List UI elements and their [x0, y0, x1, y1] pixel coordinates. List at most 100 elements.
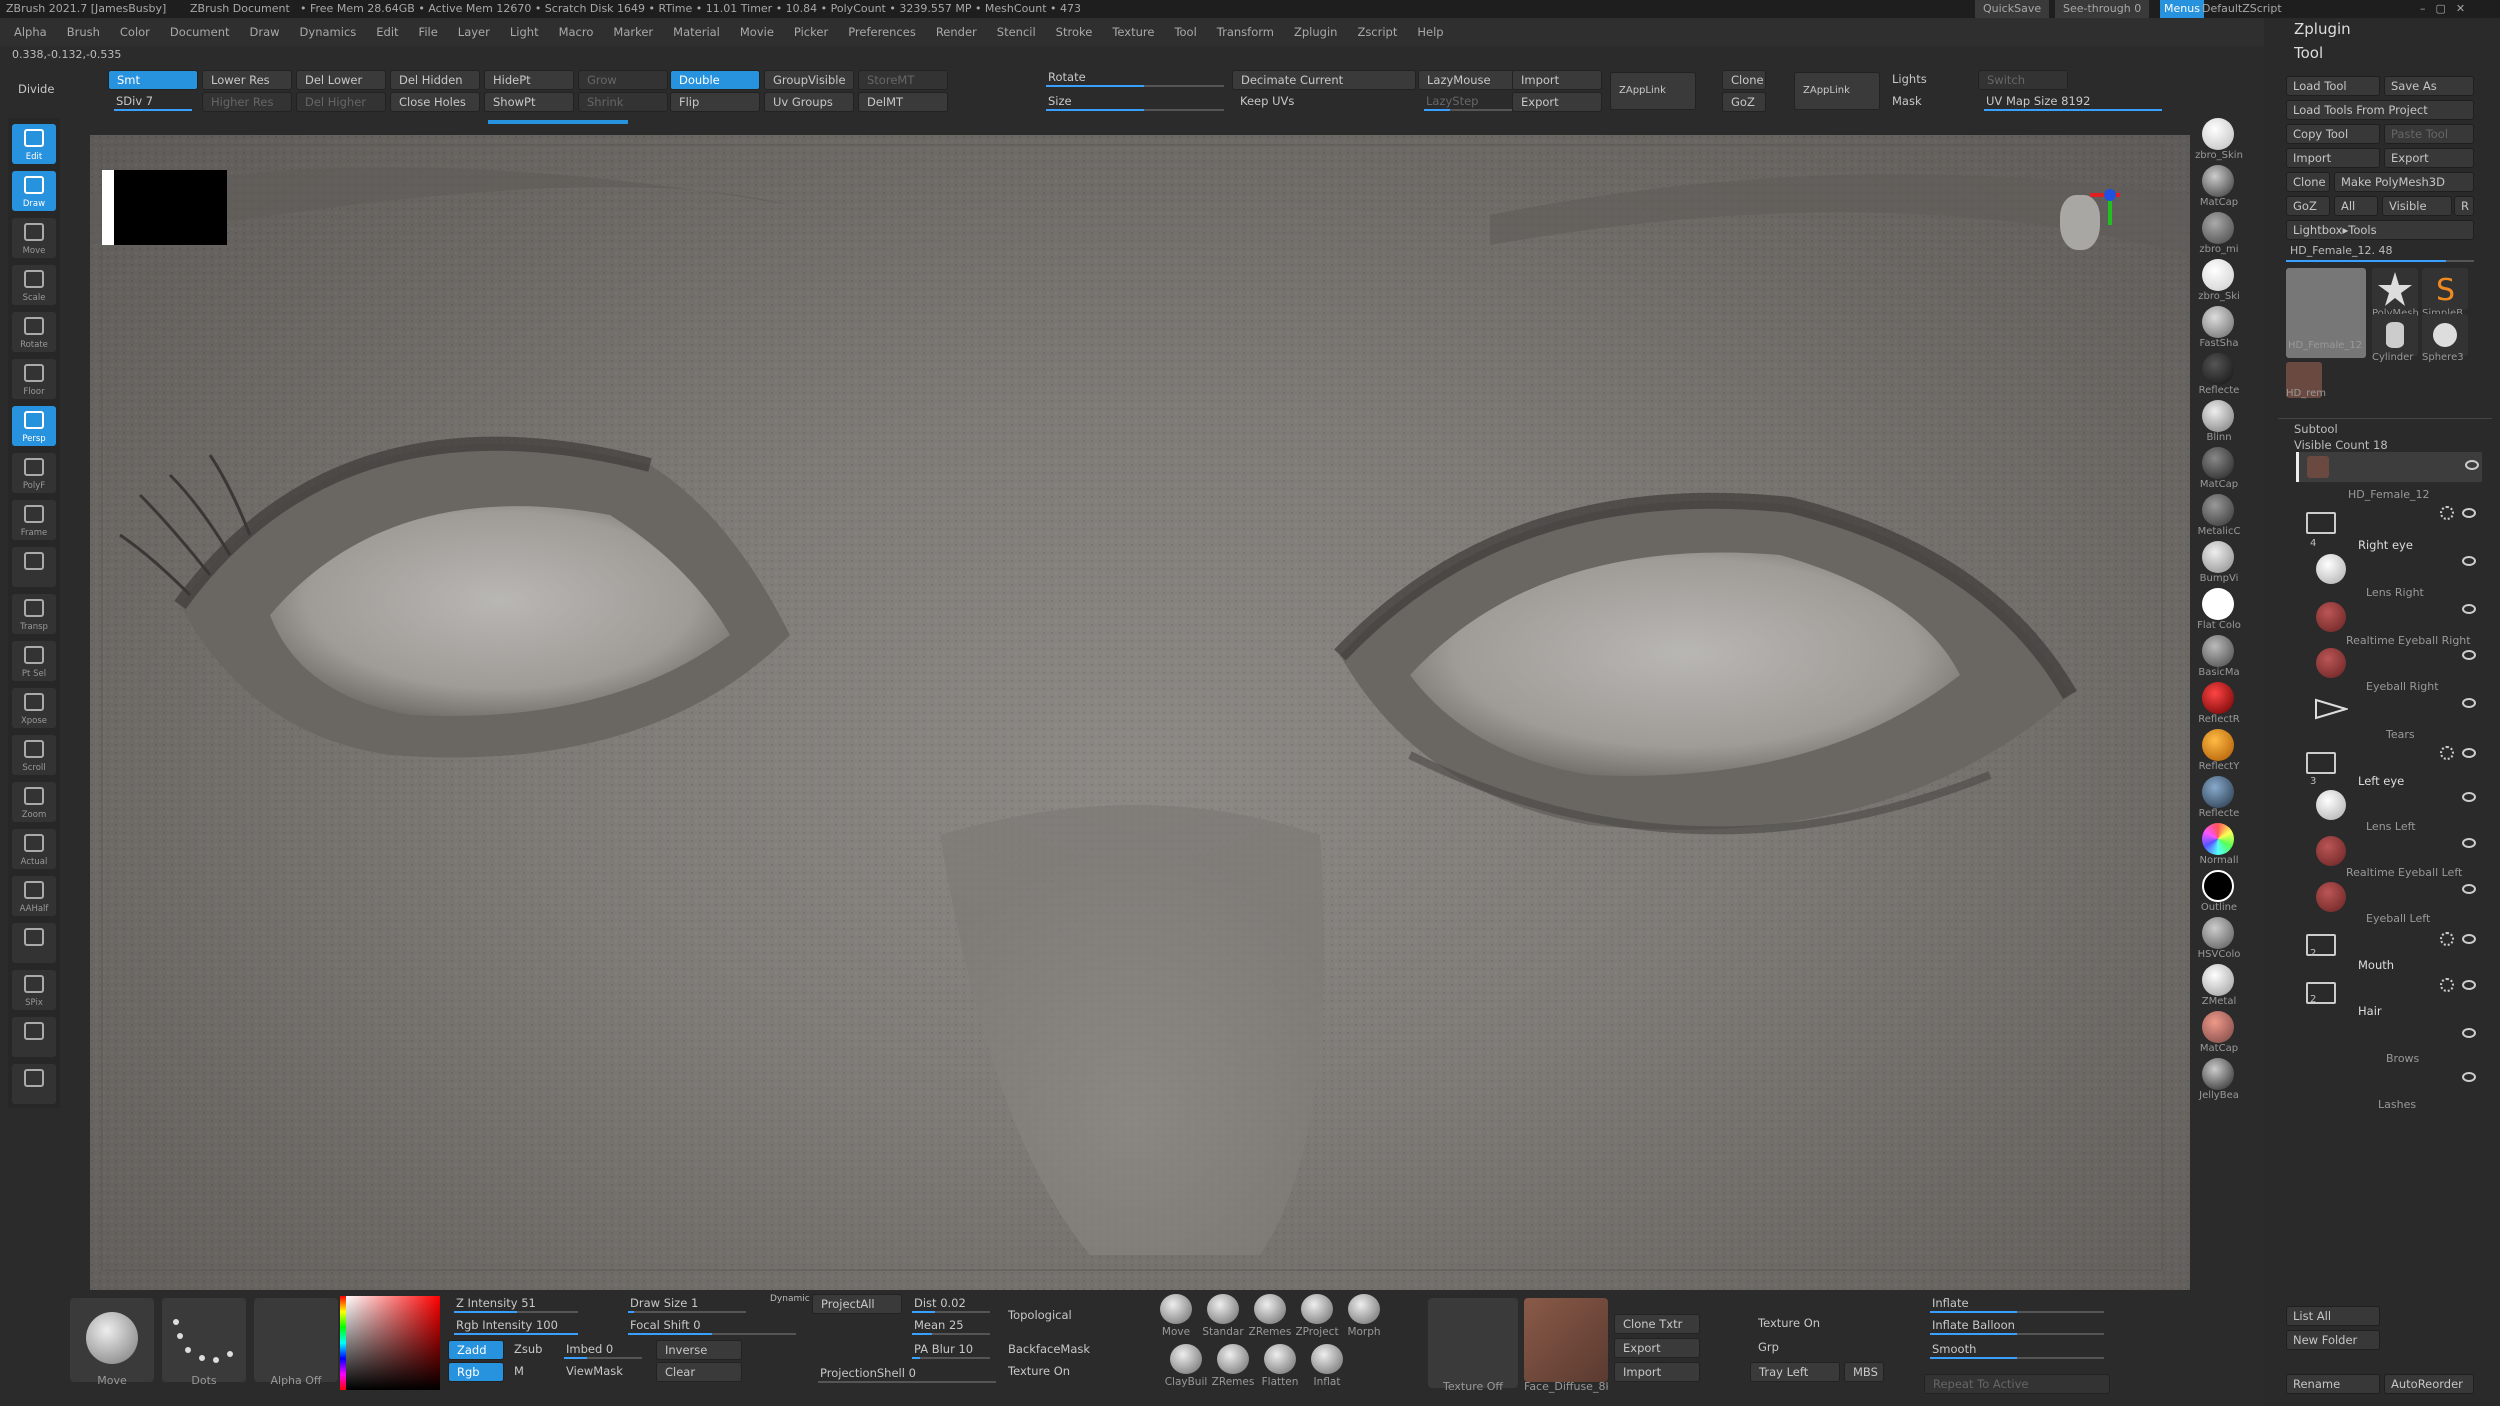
current-tool-slider[interactable]: HD_Female_12. 48 — [2290, 244, 2393, 257]
shrink-button[interactable]: Shrink — [578, 92, 668, 112]
imbed-slider[interactable]: Imbed 0 — [558, 1340, 648, 1360]
tool-move-button[interactable]: Move — [12, 218, 56, 258]
menu-item-texture[interactable]: Texture — [1112, 18, 1154, 46]
texture-on-toggle[interactable]: Texture On — [1000, 1362, 1100, 1382]
sphere3d-icon[interactable] — [2422, 314, 2468, 356]
lightbox-tools-button[interactable]: Lightbox▸Tools — [2286, 220, 2474, 240]
viewmask-button[interactable]: ViewMask — [558, 1362, 648, 1382]
material-zbro_mi-icon[interactable] — [2202, 212, 2234, 244]
autoreorder-button[interactable]: AutoReorder — [2384, 1374, 2474, 1394]
lazystep-slider[interactable]: LazyStep — [1418, 92, 1518, 112]
brush-zremes-icon[interactable] — [1217, 1344, 1249, 1374]
grp-toggle[interactable]: Grp — [1750, 1338, 1850, 1358]
uv-map-size-slider[interactable]: UV Map Size 8192 — [1978, 92, 2168, 112]
tool-header[interactable]: Tool — [2294, 44, 2323, 62]
folder-icon[interactable] — [2306, 512, 2336, 534]
tool-transp-button[interactable]: Transp — [12, 594, 56, 634]
tool-goz-button[interactable]: GoZ — [2286, 196, 2330, 216]
make-polymesh3d-button[interactable]: Make PolyMesh3D — [2334, 172, 2474, 192]
delmt-button[interactable]: DelMT — [858, 92, 948, 112]
dynamic-toggle[interactable]: Dynamic — [770, 1294, 810, 1304]
tool-slot-20-button[interactable] — [12, 1064, 56, 1104]
material-zbro_ski-icon[interactable] — [2202, 259, 2234, 291]
flip-button[interactable]: Flip — [670, 92, 760, 112]
face-diffuse-thumbnail[interactable] — [1524, 1298, 1608, 1382]
brush-standar-icon[interactable] — [1207, 1294, 1239, 1324]
menu-item-light[interactable]: Light — [510, 18, 539, 46]
material-blinn-icon[interactable] — [2202, 400, 2234, 432]
lights-toggle[interactable]: Lights — [1884, 70, 1974, 90]
zapplink-button-2[interactable]: ZAppLink — [1794, 72, 1880, 110]
material-normall-icon[interactable] — [2202, 823, 2234, 855]
menu-item-dynamics[interactable]: Dynamics — [300, 18, 357, 46]
del-hidden-button[interactable]: Del Hidden — [390, 70, 480, 90]
alpha-picker[interactable] — [254, 1298, 338, 1382]
visibility-eye-icon[interactable] — [2462, 650, 2476, 660]
projection-shell-slider[interactable]: ProjectionShell 0 — [812, 1364, 1002, 1384]
z-intensity-slider[interactable]: Z Intensity 51 — [448, 1294, 584, 1314]
orientation-gizmo[interactable] — [2050, 175, 2130, 275]
lazymouse-toggle[interactable]: LazyMouse — [1418, 70, 1518, 90]
subtool-row-main[interactable] — [2296, 452, 2482, 482]
focal-shift-slider[interactable]: Focal Shift 0 — [622, 1316, 802, 1336]
group-visible-button[interactable]: GroupVisible — [764, 70, 854, 90]
projectall-button[interactable]: ProjectAll — [812, 1294, 902, 1314]
clear-button[interactable]: Clear — [656, 1362, 742, 1382]
tool-xpose-button[interactable]: Xpose — [12, 688, 56, 728]
material-flat-colo-icon[interactable] — [2202, 588, 2234, 620]
repeat-to-active-button[interactable]: Repeat To Active — [1924, 1374, 2110, 1394]
see-through-slider[interactable]: See-through 0 — [2055, 0, 2150, 18]
material-reflecte-icon[interactable] — [2202, 776, 2234, 808]
texture-picker[interactable] — [1428, 1298, 1518, 1388]
brush-flatten-icon[interactable] — [1264, 1344, 1296, 1374]
new-folder-button[interactable]: New Folder — [2286, 1330, 2380, 1350]
menu-item-macro[interactable]: Macro — [559, 18, 594, 46]
texture-on-toggle-2[interactable]: Texture On — [1750, 1314, 1850, 1334]
material-hsvcolo-icon[interactable] — [2202, 917, 2234, 949]
tool-persp-button[interactable]: Persp — [12, 406, 56, 446]
eyeball-sphere-icon[interactable] — [2316, 602, 2346, 632]
brush-picker[interactable] — [70, 1298, 154, 1382]
backfacemask-toggle[interactable]: BackfaceMask — [1000, 1340, 1100, 1360]
eyeball-sphere-icon[interactable] — [2316, 648, 2346, 678]
rgb-toggle[interactable]: Rgb — [448, 1362, 504, 1382]
tool-edit-button[interactable]: Edit — [12, 124, 56, 164]
canvas-viewport[interactable] — [90, 135, 2190, 1290]
menu-item-stencil[interactable]: Stencil — [997, 18, 1036, 46]
load-tool-button[interactable]: Load Tool — [2286, 76, 2380, 96]
material-outline-icon[interactable] — [2202, 870, 2234, 902]
zapplink-button[interactable]: ZAppLink — [1610, 72, 1696, 110]
menu-item-render[interactable]: Render — [936, 18, 977, 46]
size-slider[interactable]: Size — [1040, 92, 1230, 112]
material-matcap-icon[interactable] — [2202, 447, 2234, 479]
menu-item-marker[interactable]: Marker — [613, 18, 653, 46]
visibility-eye-icon[interactable] — [2462, 1028, 2476, 1038]
menu-item-help[interactable]: Help — [1417, 18, 1443, 46]
visibility-eye-icon[interactable] — [2462, 604, 2476, 614]
menu-item-file[interactable]: File — [419, 18, 438, 46]
default-zscript-button[interactable]: DefaultZScript — [2202, 0, 2282, 18]
menu-item-color[interactable]: Color — [120, 18, 150, 46]
material-fastsha-icon[interactable] — [2202, 306, 2234, 338]
tool-polyf-button[interactable]: PolyF — [12, 453, 56, 493]
clone-txtr-button[interactable]: Clone Txtr — [1614, 1314, 1700, 1334]
mask-toggle[interactable]: Mask — [1884, 92, 1974, 112]
gear-icon[interactable] — [2440, 978, 2454, 992]
gear-icon[interactable] — [2440, 506, 2454, 520]
material-reflecty-icon[interactable] — [2202, 729, 2234, 761]
visibility-eye-icon[interactable] — [2462, 838, 2476, 848]
material-matcap-icon[interactable] — [2202, 165, 2234, 197]
tool-clone-button[interactable]: Clone — [2286, 172, 2330, 192]
dist-slider[interactable]: Dist 0.02 — [906, 1294, 996, 1314]
window-controls[interactable]: –▢✕ — [2420, 0, 2475, 18]
showpt-button[interactable]: ShowPt — [484, 92, 574, 112]
draw-size-slider[interactable]: Draw Size 1 — [622, 1294, 752, 1314]
rename-button[interactable]: Rename — [2286, 1374, 2380, 1394]
folder-icon[interactable] — [2306, 752, 2336, 774]
mean-slider[interactable]: Mean 25 — [906, 1316, 996, 1336]
brush-zproject-icon[interactable] — [1301, 1294, 1333, 1324]
material-reflectr-icon[interactable] — [2202, 682, 2234, 714]
material-jellybea-icon[interactable] — [2202, 1058, 2234, 1090]
lower-res-button[interactable]: Lower Res — [202, 70, 292, 90]
smooth-slider[interactable]: Smooth — [1924, 1340, 2110, 1360]
